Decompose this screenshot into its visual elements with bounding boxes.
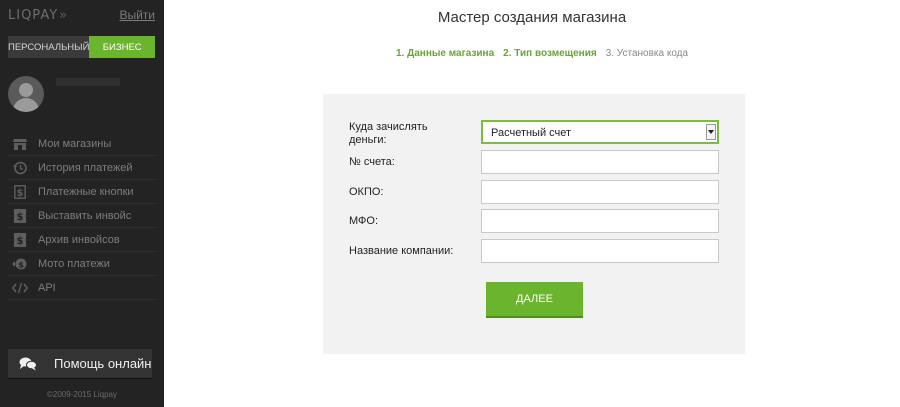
wizard-steps: 1. Данные магазина 2. Тип возмещения 3. …	[396, 48, 688, 59]
sidebar-item-label: API	[38, 281, 56, 294]
mfo-label: МФО:	[349, 215, 379, 227]
sidebar-item-label: Архив инвойсов	[38, 233, 120, 246]
liqpay-logo[interactable]: LIQPAY»	[8, 8, 68, 23]
sidebar-item-label: Мои магазины	[38, 137, 112, 150]
history-icon	[8, 161, 32, 175]
online-help-button[interactable]: Помощь онлайн	[8, 349, 152, 378]
store-form-panel: Куда зачислять деньги: Расчетный счет № …	[323, 94, 745, 354]
destination-select[interactable]: Расчетный счет	[481, 120, 719, 144]
sidebar-menu: Мои магазины История платежей $ Платежны…	[8, 132, 156, 300]
company-name-label: Название компании:	[349, 245, 454, 257]
sidebar: LIQPAY» Выйти ПЕРСОНАЛЬНЫЙ БИЗНЕС Мои ма…	[0, 0, 164, 407]
sidebar-item-invoice-archive[interactable]: $ Архив инвойсов	[8, 228, 156, 252]
sidebar-item-issue-invoice[interactable]: $ Выставить инвойс	[8, 204, 156, 228]
svg-text:$: $	[17, 236, 24, 247]
avatar-body	[13, 98, 39, 112]
destination-select-value: Расчетный счет	[491, 127, 572, 139]
next-button[interactable]: ДАЛЕЕ	[486, 282, 583, 316]
avatar-head	[19, 83, 33, 97]
store-icon	[8, 138, 32, 150]
help-button-label: Помощь онлайн	[54, 356, 152, 371]
svg-text:$: $	[18, 260, 24, 269]
sidebar-item-label: Выставить инвойс	[38, 209, 132, 222]
logo-arrows: »	[59, 8, 69, 23]
step-store-data[interactable]: 1. Данные магазина	[396, 48, 494, 59]
sidebar-item-label: История платежей	[38, 161, 133, 174]
destination-label: Куда зачислять деньги:	[349, 121, 428, 147]
sidebar-item-label: Мото платежи	[38, 257, 110, 270]
user-profile	[8, 76, 156, 116]
step-code-install: 3. Установка кода	[605, 48, 689, 59]
okpo-label: ОКПО:	[349, 186, 384, 198]
destination-label-line1: Куда зачислять	[349, 121, 428, 133]
svg-text:$: $	[17, 212, 24, 223]
okpo-input[interactable]	[481, 180, 719, 204]
avatar[interactable]	[8, 76, 44, 112]
account-mode-switch: ПЕРСОНАЛЬНЫЙ БИЗНЕС	[8, 36, 155, 58]
invoice-icon: $	[8, 208, 32, 223]
account-number-input[interactable]	[481, 150, 719, 174]
step-refund-type[interactable]: 2. Тип возмещения	[503, 48, 597, 59]
sidebar-item-label: Платежные кнопки	[38, 185, 134, 198]
invoice-archive-icon: $	[8, 232, 32, 247]
profile-name-placeholder	[56, 78, 120, 86]
company-name-input[interactable]	[481, 239, 719, 263]
moto-payment-icon: $	[8, 258, 32, 270]
sidebar-item-payment-buttons[interactable]: $ Платежные кнопки	[8, 180, 156, 204]
sidebar-item-payment-history[interactable]: История платежей	[8, 156, 156, 180]
sidebar-item-moto-payments[interactable]: $ Мото платежи	[8, 252, 156, 276]
destination-label-line2: деньги:	[349, 134, 387, 146]
svg-text:$: $	[17, 188, 24, 199]
chat-bubbles-icon	[8, 357, 48, 371]
copyright-text: ©2009-2015 Liqpay	[47, 390, 117, 399]
page-title: Мастер создания магазина	[437, 9, 627, 26]
mfo-input[interactable]	[481, 209, 719, 233]
sidebar-item-api[interactable]: API	[8, 276, 156, 300]
account-label: № счета:	[349, 156, 395, 168]
logo-text: LIQPAY	[8, 8, 59, 23]
dollar-doc-icon: $	[8, 184, 32, 199]
code-icon	[8, 282, 32, 294]
mode-business-button[interactable]: БИЗНЕС	[89, 36, 155, 58]
sidebar-item-my-stores[interactable]: Мои магазины	[8, 132, 156, 156]
logout-link[interactable]: Выйти	[119, 8, 155, 22]
chevron-down-icon[interactable]	[706, 124, 716, 140]
mode-personal-button[interactable]: ПЕРСОНАЛЬНЫЙ	[8, 36, 90, 58]
